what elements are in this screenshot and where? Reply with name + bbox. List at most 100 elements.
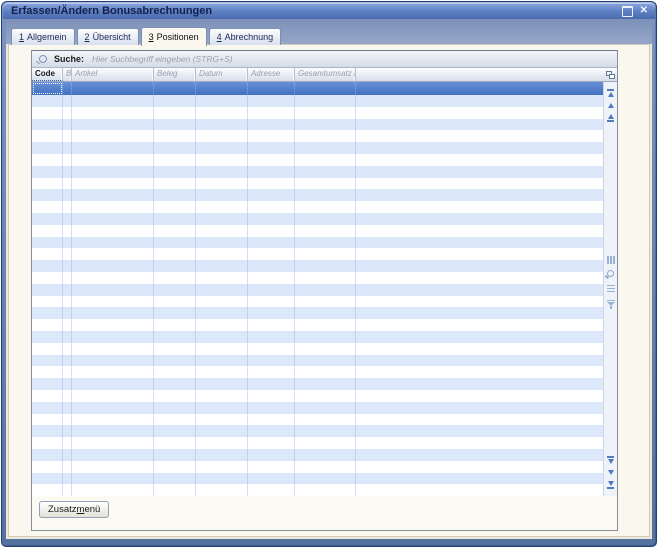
column-header-gesamtumsatz-eur[interactable]: Gesamtumsatz EUR [295,68,356,81]
column-header-b[interactable]: B [63,68,72,81]
page-down-button[interactable] [607,456,614,464]
search-input[interactable]: Hier Suchbegriff eingeben (STRG+S) [92,54,233,64]
cell [196,366,248,378]
table-row[interactable] [32,119,604,131]
table-row[interactable] [32,107,604,119]
cell [32,154,63,166]
restore-icon[interactable] [622,6,633,17]
table-row[interactable] [32,378,604,390]
table-row[interactable] [32,260,604,272]
cell [154,343,196,355]
tab-positionen[interactable]: 3Positionen [141,27,207,46]
table-row[interactable] [32,213,604,225]
grid-scroll-rail[interactable] [603,82,617,496]
table-row[interactable] [32,95,604,107]
cell [356,414,604,426]
tab-abrechnung[interactable]: 4Abrechnung [209,28,282,45]
cell [196,402,248,414]
page-up-button[interactable] [607,114,614,122]
table-row[interactable] [32,437,604,449]
title-bar[interactable]: Erfassen/Ändern Bonusabrechnungen ✕ [3,3,655,19]
scroll-down-button[interactable] [608,470,614,475]
cell [356,130,604,142]
table-row[interactable] [32,319,604,331]
cell [196,425,248,437]
table-row[interactable] [32,461,604,473]
table-row[interactable] [32,284,604,296]
table-row[interactable] [32,154,604,166]
table-row[interactable] [32,272,604,284]
cell [72,248,154,260]
table-row[interactable] [32,331,604,343]
table-row[interactable] [32,225,604,237]
table-row[interactable] [32,473,604,485]
button-label-part: Zusatz [48,504,77,515]
cell [154,119,196,131]
column-header-adresse[interactable]: Adresse [248,68,295,81]
cell [63,130,72,142]
table-row[interactable] [32,248,604,260]
columns-icon [607,256,615,264]
cell [356,189,604,201]
table-row[interactable] [32,237,604,249]
tab-übersicht[interactable]: 2Übersicht [77,28,139,45]
cell [63,272,72,284]
selected-row[interactable] [32,82,604,95]
close-icon[interactable]: ✕ [640,6,648,16]
table-row[interactable] [32,130,604,142]
cell [196,484,248,496]
cell [154,296,196,308]
cell [72,82,154,95]
table-row[interactable] [32,402,604,414]
column-chooser-button[interactable] [604,68,617,81]
table-row[interactable] [32,142,604,154]
column-header-artikel[interactable]: Artikel [72,68,154,81]
cell [72,284,154,296]
table-row[interactable] [32,390,604,402]
scroll-up-button[interactable] [608,103,614,108]
cell [63,402,72,414]
cell [63,307,72,319]
table-row[interactable] [32,414,604,426]
cell [72,307,154,319]
tab-allgemein[interactable]: 1Allgemein [11,28,75,45]
cell [154,402,196,414]
table-row[interactable] [32,189,604,201]
table-row[interactable] [32,343,604,355]
cell [295,331,356,343]
app-window: Erfassen/Ändern Bonusabrechnungen ✕ 1All… [1,1,657,547]
cell [196,449,248,461]
table-row[interactable] [32,178,604,190]
column-header-filler [356,68,604,81]
table-row[interactable] [32,484,604,496]
list-button[interactable] [607,283,615,294]
cell [196,272,248,284]
cell [32,237,63,249]
search-bar[interactable]: Suche: Hier Suchbegriff eingeben (STRG+S… [32,51,617,68]
cell [248,82,295,95]
scroll-to-first-button[interactable] [607,89,614,97]
cell [32,449,63,461]
cell [63,390,72,402]
column-header-datum[interactable]: Datum [196,68,248,81]
column-header-code[interactable]: Code [32,68,63,81]
table-row[interactable] [32,201,604,213]
cell [295,82,356,95]
scroll-to-last-button[interactable] [607,481,614,489]
table-row[interactable] [32,449,604,461]
grid-rows [32,82,604,496]
zoom-button[interactable] [607,270,614,277]
cell [248,272,295,284]
table-row[interactable] [32,366,604,378]
table-row[interactable] [32,355,604,367]
zusatzmenu-button[interactable]: Zusatzmenü [39,501,109,518]
filter-button[interactable] [607,300,615,310]
client-area: 1Allgemein2Übersicht3Positionen4Abrechnu… [6,19,652,539]
columns-button[interactable] [607,256,615,264]
table-row[interactable] [32,296,604,308]
table-row[interactable] [32,166,604,178]
column-header-beleg[interactable]: Beleg [154,68,196,81]
search-icon [39,55,47,63]
table-row[interactable] [32,425,604,437]
table-row[interactable] [32,307,604,319]
